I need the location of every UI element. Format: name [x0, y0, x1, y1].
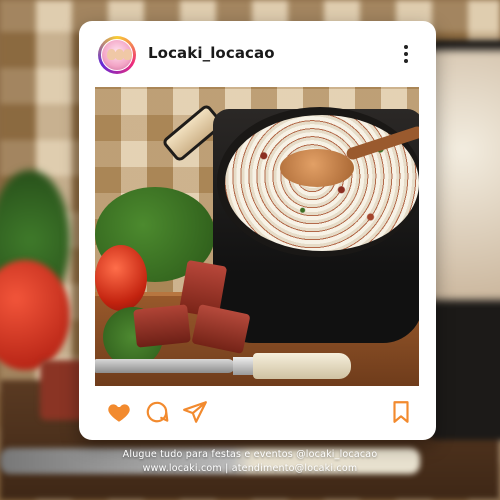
photo-knife-handle	[253, 353, 351, 379]
photo-wooden-spoon	[280, 149, 354, 187]
bookmark-icon[interactable]	[388, 399, 414, 425]
post-action-bar	[79, 391, 436, 435]
photo-tomato	[95, 245, 147, 311]
caption-line-1: Alugue tudo para festas e eventos @locak…	[122, 449, 378, 460]
background-rice	[425, 50, 500, 300]
username[interactable]: Locaki_locacao	[148, 44, 275, 62]
more-vertical-icon[interactable]	[401, 44, 411, 64]
avatar[interactable]	[98, 36, 136, 74]
heart-icon[interactable]	[106, 399, 132, 425]
send-icon[interactable]	[182, 399, 208, 425]
photo-meat	[133, 304, 191, 348]
photo-knife-blade	[95, 359, 235, 373]
photo-knife-bolster	[233, 357, 255, 375]
post-header: Locaki_locacao	[79, 21, 436, 87]
post-photo	[95, 87, 419, 386]
instagram-post-card: Locaki_locacao	[79, 21, 436, 440]
caption-line-2: www.locaki.com | atendimento@locaki.com	[142, 463, 358, 474]
promo-caption: Alugue tudo para festas e eventos @locak…	[0, 448, 500, 476]
avatar-image	[101, 39, 133, 71]
comment-icon[interactable]	[144, 399, 170, 425]
